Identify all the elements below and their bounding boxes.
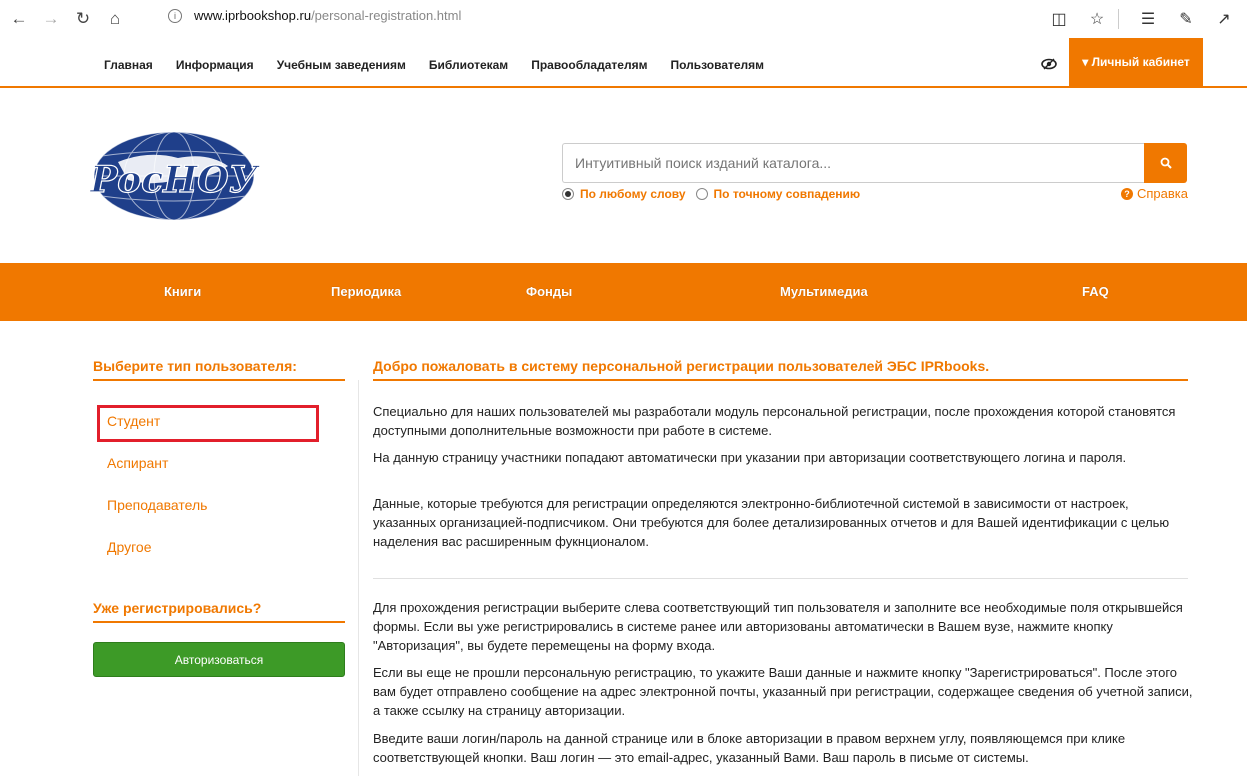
divider <box>373 379 1188 381</box>
forward-icon[interactable]: → <box>38 6 64 32</box>
info-icon[interactable]: i <box>168 8 182 23</box>
personal-cabinet-button[interactable]: ▾ Личный кабинет <box>1069 38 1203 86</box>
rosnou-logo[interactable]: РосНОУ <box>88 128 260 225</box>
column-divider <box>358 380 359 776</box>
topnav-item-institutions[interactable]: Учебным заведениям <box>277 58 406 72</box>
topnav-item-info[interactable]: Информация <box>176 58 254 72</box>
search-input[interactable] <box>562 143 1144 183</box>
mainnav-faq[interactable]: FAQ <box>1082 284 1109 299</box>
help-label: Справка <box>1137 186 1188 201</box>
divider <box>93 379 345 381</box>
reading-view-icon[interactable]: ◫ <box>1044 6 1074 32</box>
paragraph: Данные, которые требуются для регистраци… <box>373 496 1170 549</box>
user-type-other[interactable]: Другое <box>107 539 151 555</box>
user-type-postgraduate[interactable]: Аспирант <box>107 455 168 471</box>
pen-icon[interactable]: ✎ <box>1171 6 1201 32</box>
favorites-list-icon[interactable]: ☰ <box>1133 6 1163 32</box>
mainnav-multimedia[interactable]: Мультимедиа <box>780 284 868 299</box>
radio-any-word[interactable] <box>562 188 574 200</box>
search-mode-group: По любому слову По точному совпадению <box>562 187 870 201</box>
refresh-icon[interactable]: ↻ <box>70 6 96 32</box>
radio-any-word-label[interactable]: По любому слову <box>580 187 686 201</box>
help-link[interactable]: ? Справка <box>1121 186 1188 201</box>
search-button[interactable] <box>1144 143 1187 183</box>
browser-toolbar: ← → ↻ ⌂ i www.iprbookshop.ru/personal-re… <box>0 0 1247 38</box>
accessibility-eye-icon[interactable] <box>1041 58 1057 70</box>
divider <box>373 578 1188 579</box>
main-navigation: Книги Периодика Фонды Мультимедиа FAQ <box>0 263 1247 321</box>
top-navigation: Главная Информация Учебным заведениям Би… <box>0 38 1247 88</box>
favorite-star-icon[interactable]: ☆ <box>1082 6 1112 32</box>
divider <box>1118 9 1119 29</box>
paragraph: Для прохождения регистрации выберите сле… <box>373 600 1183 653</box>
share-icon[interactable]: ↗ <box>1209 6 1239 32</box>
paragraph: На данную страницу участники попадают ав… <box>373 450 1127 465</box>
authorize-button[interactable]: Авторизоваться <box>93 642 345 677</box>
url-host: www.iprbookshop.ru <box>194 8 312 23</box>
home-icon[interactable]: ⌂ <box>102 6 128 32</box>
mainnav-books[interactable]: Книги <box>164 284 201 299</box>
topnav-item-libraries[interactable]: Библиотекам <box>429 58 508 72</box>
address-bar[interactable]: i www.iprbookshop.ru/personal-registrati… <box>168 8 461 23</box>
user-type-teacher[interactable]: Преподаватель <box>107 497 207 513</box>
welcome-title: Добро пожаловать в систему персональной … <box>373 358 990 374</box>
divider <box>93 621 345 623</box>
paragraph: Введите ваши логин/пароль на данной стра… <box>373 731 1126 765</box>
topnav-item-home[interactable]: Главная <box>104 58 153 72</box>
topnav-item-rightholders[interactable]: Правообладателям <box>531 58 647 72</box>
radio-exact-match[interactable] <box>695 188 708 200</box>
paragraph: Специально для наших пользователей мы ра… <box>373 404 1176 438</box>
question-icon: ? <box>1121 187 1133 200</box>
user-type-student[interactable]: Студент <box>107 413 160 429</box>
back-icon[interactable]: ← <box>6 6 32 32</box>
search-icon <box>1160 157 1172 169</box>
user-type-heading: Выберите тип пользователя: <box>93 358 297 374</box>
svg-text:РосНОУ: РосНОУ <box>89 159 260 201</box>
url-path: /personal-registration.html <box>311 8 462 23</box>
radio-exact-match-label[interactable]: По точному совпадению <box>714 187 861 201</box>
mainnav-periodicals[interactable]: Периодика <box>331 284 401 299</box>
topnav-item-users[interactable]: Пользователям <box>670 58 764 72</box>
registered-heading: Уже регистрировались? <box>93 600 262 616</box>
mainnav-funds[interactable]: Фонды <box>526 284 572 299</box>
paragraph: Если вы еще не прошли персональную регис… <box>373 665 1193 718</box>
